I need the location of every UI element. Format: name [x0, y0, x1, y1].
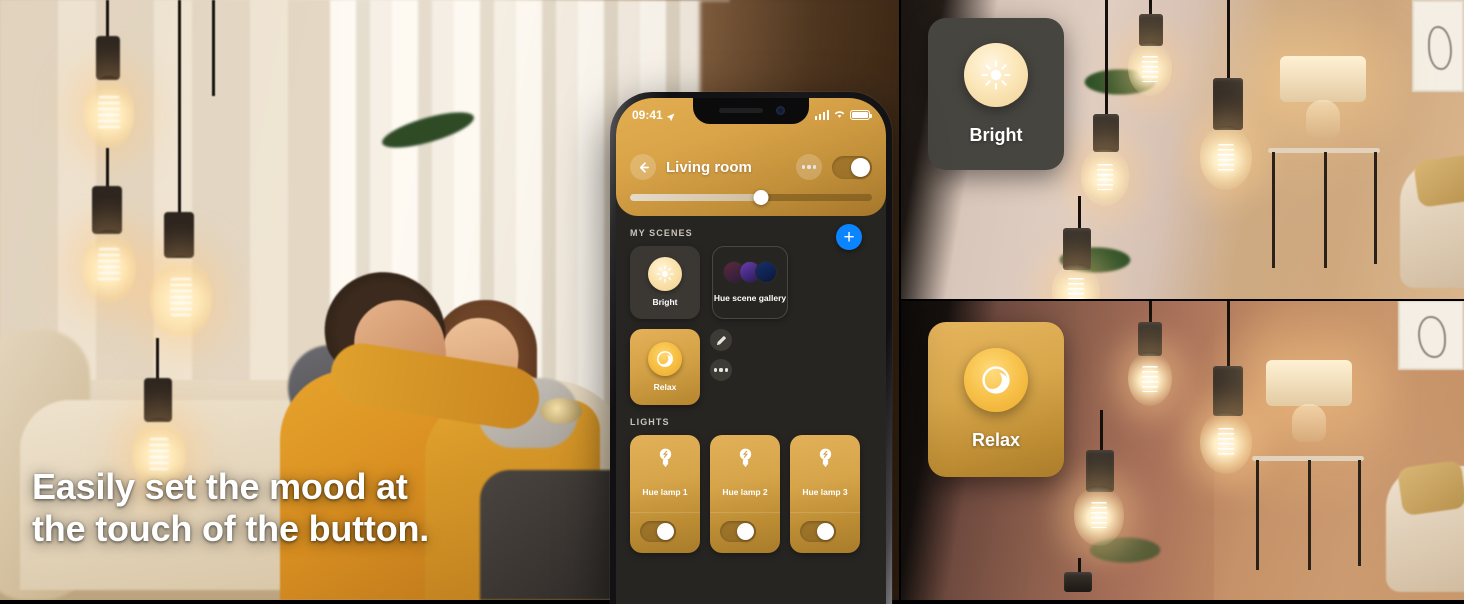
pendant-cord: [212, 0, 215, 96]
pendant-cord: [1227, 300, 1230, 370]
phone-screen: 09:41 Living room MY SCENES + Bright Hue…: [616, 98, 886, 604]
light-toggle-2[interactable]: [720, 521, 756, 542]
light-card-1[interactable]: Hue lamp 1: [630, 435, 700, 553]
light-bulb-icon: [657, 447, 674, 473]
active-scene-row: Relax: [630, 329, 872, 405]
panel-divider-horizontal: [900, 299, 1464, 301]
lights-row: Hue lamp 1 Hue lamp 2 Hue lamp 3: [630, 435, 872, 553]
wifi-icon: [833, 106, 846, 124]
light-card-label: Hue lamp 1: [642, 487, 688, 497]
pendant-cord: [106, 148, 109, 190]
pendant-socket: [1138, 322, 1162, 356]
add-scene-button[interactable]: +: [836, 224, 862, 250]
scene-card-label: Hue scene gallery: [713, 293, 787, 304]
light-card-2[interactable]: Hue lamp 2: [710, 435, 780, 553]
pendant-socket: [92, 186, 122, 234]
wall-art: [1398, 300, 1464, 370]
relax-card-label: Relax: [971, 430, 1021, 450]
scene-card-relax[interactable]: Relax: [630, 329, 700, 405]
table-lamp-base: [1292, 404, 1326, 442]
pendant-socket: [1064, 572, 1092, 592]
moon-crescent-icon: [964, 348, 1028, 412]
pencil-icon[interactable]: [710, 329, 732, 351]
bright-card-label: Bright: [969, 124, 1023, 145]
light-bulb-icon: [737, 447, 754, 473]
room-header: Living room: [616, 154, 886, 180]
pendant-socket: [1213, 78, 1243, 130]
toggle-knob: [851, 157, 870, 177]
pendant-cord: [1100, 410, 1103, 454]
pendant-cord: [1105, 0, 1108, 118]
slider-knob[interactable]: [753, 190, 769, 205]
brightness-slider[interactable]: [630, 190, 872, 205]
status-bar: 09:41: [616, 106, 886, 124]
battery-full-icon: [850, 110, 873, 120]
pendant-bulb: [150, 256, 212, 338]
pendant-bulb: [1074, 486, 1124, 546]
sun-icon: [964, 42, 1028, 107]
light-toggle-3[interactable]: [800, 521, 836, 542]
pendant-cord: [106, 0, 109, 40]
scene-card-label: Bright: [652, 297, 678, 308]
pendant-cord: [1227, 0, 1230, 82]
location-arrow-icon: [666, 111, 675, 121]
scene-card-bright[interactable]: Bright: [630, 246, 700, 319]
scene-action-buttons: [710, 329, 732, 389]
back-arrow-icon[interactable]: [630, 154, 656, 180]
pendant-cord: [1078, 196, 1081, 232]
table-lamp-shade: [1266, 360, 1352, 406]
bright-scene-card-overlay[interactable]: Bright: [928, 18, 1064, 170]
slider-fill: [630, 194, 761, 201]
table-lamp-base: [1306, 100, 1340, 138]
pendant-bulb: [1128, 352, 1172, 406]
light-card-3[interactable]: Hue lamp 3: [790, 435, 860, 553]
cushion: [1396, 459, 1464, 517]
headline-line-2: the touch of the button.: [32, 507, 430, 549]
pendant-socket: [1093, 114, 1119, 152]
wall-art: [1412, 0, 1464, 92]
scene-card-label: Relax: [653, 381, 677, 392]
pendant-socket: [164, 212, 194, 258]
pendant-bulb: [1081, 148, 1129, 206]
remote-control: [540, 398, 582, 424]
lights-label: LIGHTS: [630, 417, 670, 427]
app-content: MY SCENES + Bright Hue scene gallery Rel…: [616, 216, 886, 604]
pendant-socket: [144, 378, 172, 422]
pendant-cord: [156, 338, 159, 382]
light-toggle-1[interactable]: [640, 521, 676, 542]
scenes-row: Bright Hue scene gallery: [630, 246, 872, 319]
relax-scene-card-overlay[interactable]: Relax: [928, 322, 1064, 477]
more-horizontal-icon[interactable]: [710, 359, 732, 381]
table-lamp-shade: [1280, 56, 1366, 102]
pendant-cord: [178, 0, 181, 216]
scene-card-hue-gallery[interactable]: Hue scene gallery: [712, 246, 788, 319]
pendant-socket: [1213, 366, 1243, 416]
clock-time: 09:41: [632, 108, 663, 122]
pendant-bulb: [84, 76, 134, 148]
promo-banner: Easily set the mood at the touch of the …: [0, 0, 1464, 604]
room-power-toggle[interactable]: [832, 155, 872, 179]
more-horizontal-icon[interactable]: [796, 154, 822, 180]
pendant-bulb: [1200, 412, 1252, 474]
status-bar-right: [814, 106, 873, 124]
light-card-label: Hue lamp 3: [802, 487, 848, 497]
promo-headline: Easily set the mood at the touch of the …: [32, 466, 472, 550]
moon-crescent-icon: [648, 341, 682, 376]
smartphone-mockup: 09:41 Living room MY SCENES + Bright Hue…: [610, 92, 892, 604]
light-bulb-icon: [817, 447, 834, 473]
pendant-bulb: [1128, 42, 1172, 96]
scene-thumbnails-icon: [723, 261, 777, 284]
room-title: Living room: [666, 158, 752, 176]
cellular-signal-icon: [814, 110, 829, 120]
status-bar-left: 09:41: [632, 108, 675, 122]
light-card-label: Hue lamp 2: [722, 487, 768, 497]
cushion: [1413, 154, 1464, 208]
pendant-bulb: [1200, 126, 1252, 190]
pendant-socket: [96, 36, 120, 80]
headline-line-1: Easily set the mood at: [32, 466, 408, 507]
sun-icon: [648, 257, 682, 292]
pendant-bulb: [82, 230, 136, 302]
